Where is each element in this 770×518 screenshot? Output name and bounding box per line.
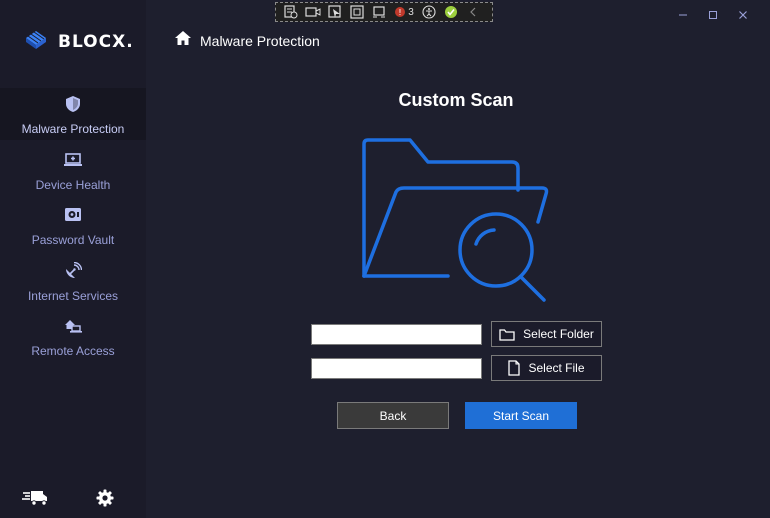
- sidebar-item-label: Internet Services: [27, 288, 119, 303]
- app-window: ! 3 BLOCX. Malware Protection Device Hea…: [0, 0, 770, 518]
- debug-toolbar: ! 3: [275, 2, 493, 22]
- collapse-chevron-icon[interactable]: [462, 3, 484, 21]
- laptop-medical-icon: [63, 150, 83, 170]
- sidebar-item-label: Malware Protection: [21, 122, 125, 136]
- start-scan-button[interactable]: Start Scan: [465, 402, 577, 429]
- video-camera-icon[interactable]: [302, 3, 324, 21]
- file-icon: [508, 360, 521, 376]
- remote-laptop-icon: [63, 316, 83, 336]
- sidebar-item-label: Remote Access: [31, 344, 115, 358]
- sidebar-item-malware-protection[interactable]: Malware Protection: [0, 88, 146, 140]
- check-status-icon[interactable]: [440, 3, 462, 21]
- select-file-button[interactable]: Select File: [491, 355, 602, 381]
- sidebar: BLOCX. Malware Protection Device Health …: [0, 0, 146, 518]
- sidebar-item-label: Device Health: [35, 177, 111, 192]
- folder-icon: [499, 328, 515, 341]
- fast-truck-icon[interactable]: [22, 486, 48, 510]
- window-controls: [668, 6, 758, 24]
- resize-grip-icon[interactable]: [744, 512, 754, 518]
- gear-icon[interactable]: [92, 486, 118, 510]
- binding-failures-count: 3: [408, 6, 414, 18]
- live-tree-icon[interactable]: [280, 3, 302, 21]
- sidebar-footer: [0, 486, 146, 510]
- back-button[interactable]: Back: [337, 402, 449, 429]
- breadcrumb: Malware Protection: [174, 30, 320, 51]
- minimize-icon[interactable]: [668, 6, 698, 24]
- vault-icon: [63, 205, 83, 225]
- maximize-icon[interactable]: [698, 6, 728, 24]
- select-folder-button[interactable]: Select Folder: [491, 321, 602, 347]
- track-focus-icon[interactable]: [368, 3, 390, 21]
- folder-search-illustration: [356, 134, 556, 308]
- close-icon[interactable]: [728, 6, 758, 24]
- accessibility-icon[interactable]: [418, 3, 440, 21]
- blocx-logo-icon: [24, 28, 48, 55]
- select-file-label: Select File: [528, 361, 585, 375]
- page-title: Malware Protection: [200, 32, 320, 49]
- sidebar-item-device-health[interactable]: Device Health: [0, 144, 146, 196]
- brand-name: BLOCX.: [58, 31, 134, 52]
- home-icon[interactable]: [174, 30, 192, 51]
- sidebar-nav: Malware Protection Device Health Passwor…: [0, 88, 146, 366]
- svg-text:!: !: [399, 8, 402, 17]
- folder-path-input[interactable]: [311, 324, 482, 345]
- brand[interactable]: BLOCX.: [24, 28, 134, 55]
- shield-icon: [63, 94, 83, 114]
- sidebar-item-label: Password Vault: [31, 233, 115, 247]
- display-layout-icon[interactable]: [346, 3, 368, 21]
- sidebar-item-remote-access[interactable]: Remote Access: [0, 310, 146, 362]
- file-path-input[interactable]: [311, 358, 482, 379]
- binding-failures-icon[interactable]: ! 3: [390, 3, 418, 21]
- satellite-dish-icon: [63, 261, 83, 281]
- section-title: Custom Scan: [398, 90, 514, 110]
- sidebar-item-internet-services[interactable]: Internet Services: [0, 255, 146, 307]
- select-element-icon[interactable]: [324, 3, 346, 21]
- select-folder-label: Select Folder: [523, 327, 594, 341]
- sidebar-item-password-vault[interactable]: Password Vault: [0, 199, 146, 251]
